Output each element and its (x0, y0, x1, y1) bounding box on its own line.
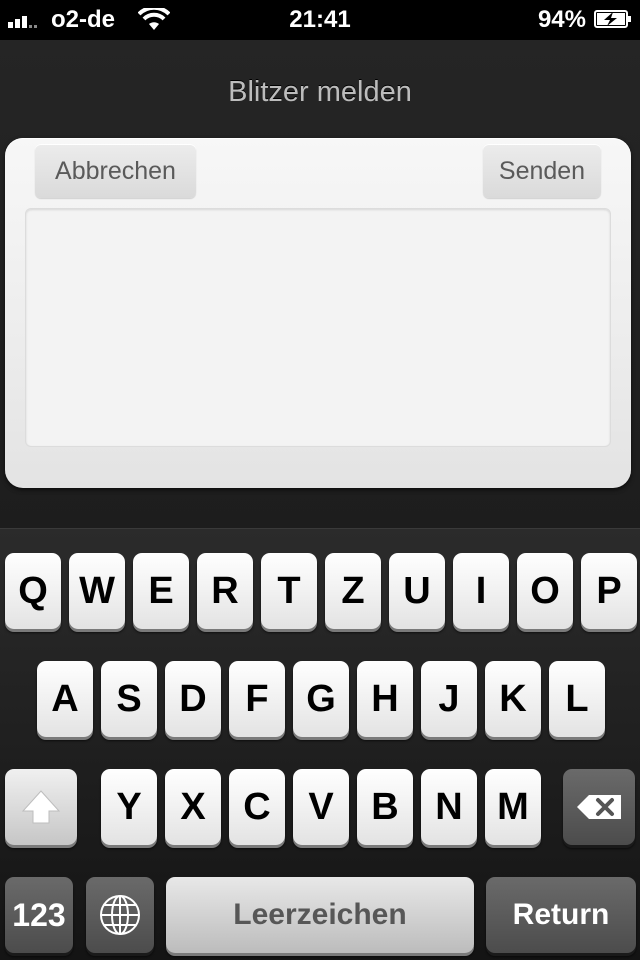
key-h[interactable]: H (357, 661, 413, 737)
screen: o2-de 21:41 94% Blitzer melden Abbrechen… (0, 0, 640, 960)
cancel-button[interactable]: Abbrechen (35, 144, 196, 198)
shift-icon (21, 790, 61, 824)
key-x[interactable]: X (165, 769, 221, 845)
key-w[interactable]: W (69, 553, 125, 629)
globe-key[interactable] (86, 877, 154, 953)
delete-key[interactable] (563, 769, 635, 845)
key-g[interactable]: G (293, 661, 349, 737)
message-textarea[interactable] (25, 208, 611, 447)
status-bar: o2-de 21:41 94% (0, 0, 640, 40)
keyboard: Q W E R T Z U I O P A S D F G H J K L Y … (0, 528, 640, 960)
battery-charging-icon (594, 10, 631, 28)
key-f[interactable]: F (229, 661, 285, 737)
key-e[interactable]: E (133, 553, 189, 629)
key-t[interactable]: T (261, 553, 317, 629)
sheet-title: Blitzer melden (228, 76, 412, 108)
key-q[interactable]: Q (5, 553, 61, 629)
key-y[interactable]: Y (101, 769, 157, 845)
key-m[interactable]: M (485, 769, 541, 845)
key-l[interactable]: L (549, 661, 605, 737)
key-j[interactable]: J (421, 661, 477, 737)
key-n[interactable]: N (421, 769, 477, 845)
key-k[interactable]: K (485, 661, 541, 737)
key-z[interactable]: Z (325, 553, 381, 629)
key-v[interactable]: V (293, 769, 349, 845)
compose-card: Abbrechen Senden (5, 138, 631, 488)
compose-sheet: Blitzer melden Abbrechen Senden (0, 40, 640, 528)
numbers-key[interactable]: 123 (5, 877, 73, 953)
return-key[interactable]: Return (486, 877, 636, 953)
key-s[interactable]: S (101, 661, 157, 737)
key-a[interactable]: A (37, 661, 93, 737)
globe-icon (100, 895, 140, 935)
key-d[interactable]: D (165, 661, 221, 737)
key-o[interactable]: O (517, 553, 573, 629)
key-c[interactable]: C (229, 769, 285, 845)
send-button[interactable]: Senden (483, 144, 601, 198)
key-r[interactable]: R (197, 553, 253, 629)
space-key[interactable]: Leerzeichen (166, 877, 474, 953)
key-p[interactable]: P (581, 553, 637, 629)
key-b[interactable]: B (357, 769, 413, 845)
shift-key[interactable] (5, 769, 77, 845)
battery-percentage: 94% (537, 6, 586, 33)
key-u[interactable]: U (389, 553, 445, 629)
key-i[interactable]: I (453, 553, 509, 629)
delete-icon (577, 795, 621, 819)
